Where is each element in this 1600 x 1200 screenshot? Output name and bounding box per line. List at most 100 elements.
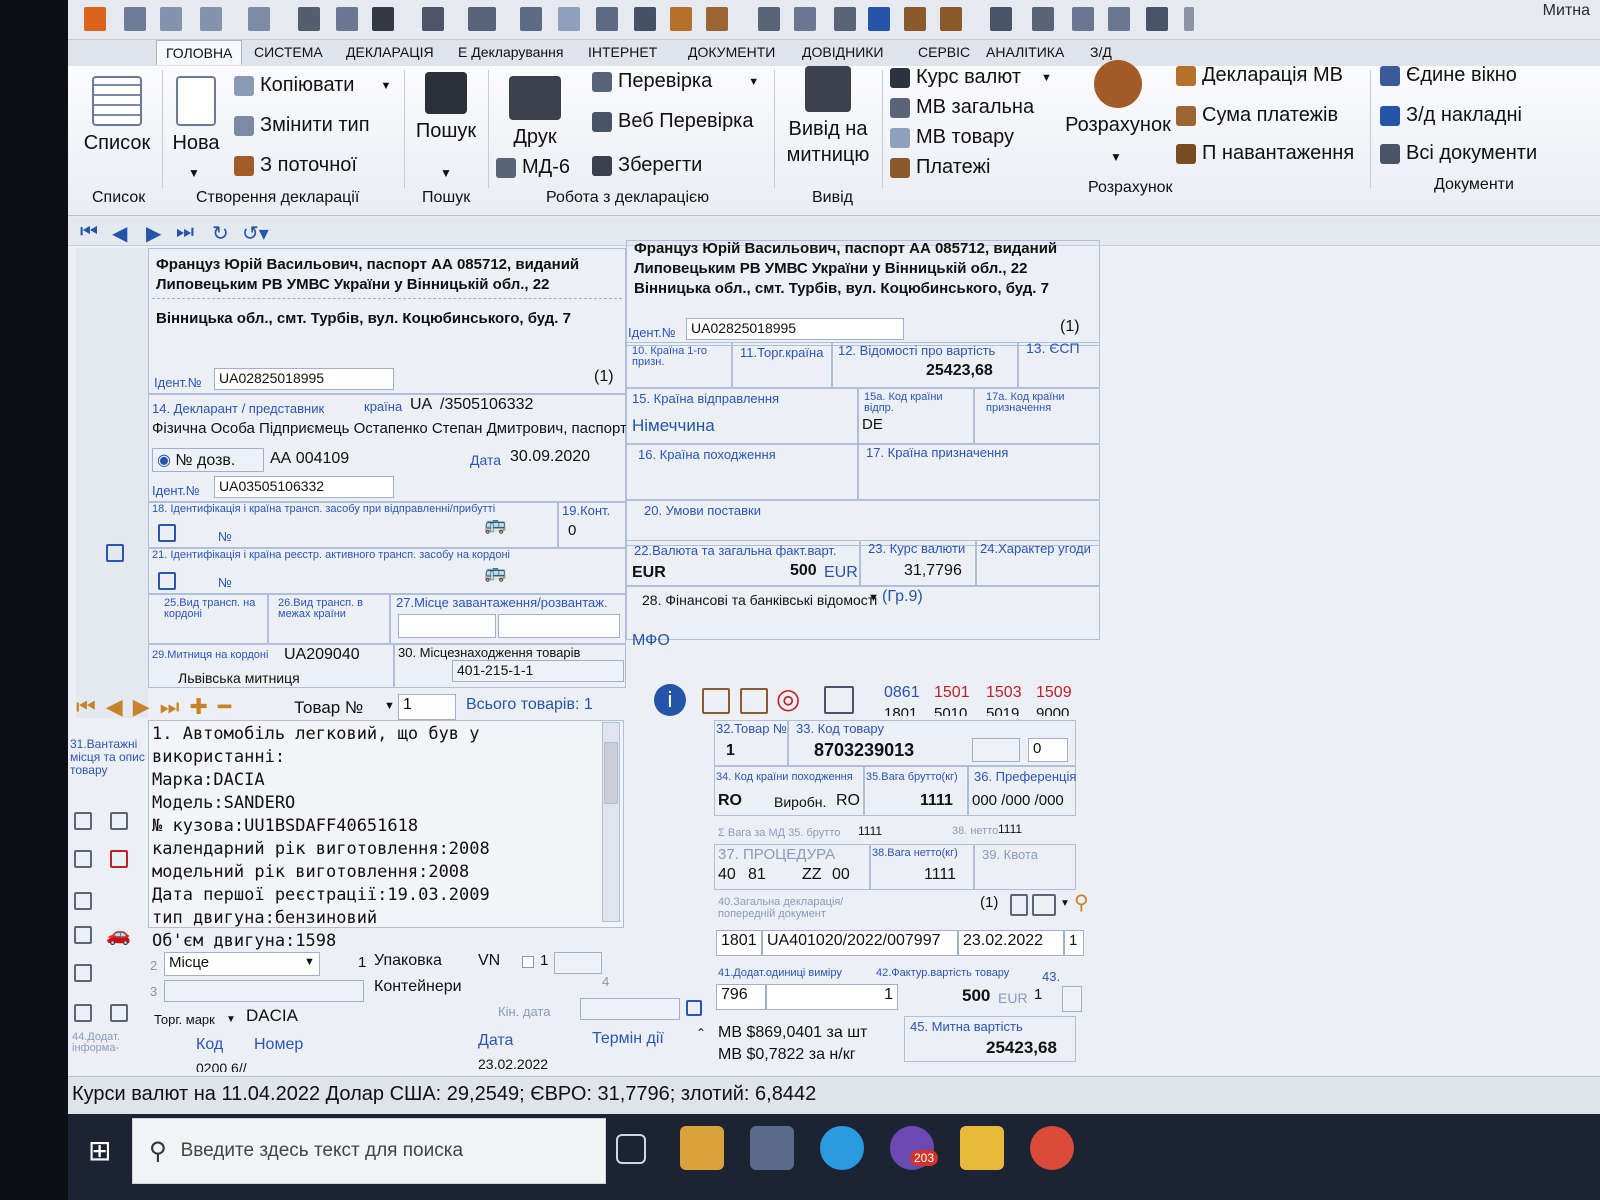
columns-icon[interactable] bbox=[794, 7, 816, 31]
tab-zd[interactable]: З/Д bbox=[1090, 44, 1112, 60]
trade-mark-dropdown-arrow[interactable]: ▼ bbox=[226, 1014, 236, 1025]
refresh-icon[interactable] bbox=[634, 7, 656, 31]
prev-record-icon[interactable]: ◀ bbox=[112, 221, 127, 246]
vehicle-lookup-2-icon[interactable] bbox=[158, 572, 176, 590]
prev-doc-number[interactable]: UA401020/2022/007997 bbox=[762, 930, 958, 956]
car-icon[interactable]: 🚗 bbox=[106, 922, 131, 947]
edit-icon[interactable] bbox=[834, 7, 856, 31]
goods-number-dropdown-arrow[interactable]: ▼ bbox=[384, 700, 395, 712]
list-button[interactable]: Список bbox=[82, 76, 152, 156]
document-list-icon[interactable] bbox=[1032, 894, 1056, 916]
coins-icon[interactable] bbox=[670, 7, 692, 31]
calculator-alt-icon[interactable] bbox=[596, 7, 618, 31]
tab-e-declaration[interactable]: Е Декларування bbox=[458, 44, 563, 60]
goods-nav-arrows[interactable]: ⏮◀▶⏭✚━ bbox=[76, 694, 241, 720]
windows-start-icon[interactable]: ⊞ bbox=[88, 1134, 111, 1167]
file-explorer-icon[interactable] bbox=[960, 1126, 1004, 1170]
paste-doc-icon[interactable] bbox=[74, 850, 92, 868]
tab-main[interactable]: ГОЛОВНА bbox=[156, 40, 243, 65]
field-34-value[interactable]: RO bbox=[718, 792, 742, 810]
pack-code[interactable]: VN bbox=[478, 952, 500, 970]
field-29-code[interactable]: UA209040 bbox=[284, 646, 360, 664]
calculator-stack-icon[interactable] bbox=[824, 686, 854, 714]
form-menu-icon[interactable] bbox=[106, 544, 124, 562]
field-36-value[interactable]: 000 /000 /000 bbox=[972, 792, 1064, 809]
sum-icon[interactable] bbox=[706, 7, 728, 31]
new-dropdown-arrow[interactable]: ▼ bbox=[188, 166, 200, 180]
tab-declaration[interactable]: ДЕКЛАРАЦІЯ bbox=[346, 44, 434, 60]
permit-button[interactable]: ◉ № дозв. bbox=[152, 448, 264, 472]
last-record-icon[interactable]: ⏭ bbox=[176, 221, 194, 244]
check-icon[interactable] bbox=[336, 7, 358, 31]
maker-value[interactable]: RO bbox=[836, 792, 860, 810]
vehicle-lookup-icon[interactable] bbox=[158, 524, 176, 542]
toolbar-more-icon[interactable] bbox=[1184, 7, 1194, 31]
new-document-icon[interactable] bbox=[160, 7, 182, 31]
tab-internet[interactable]: ІНТЕРНЕТ bbox=[588, 44, 657, 60]
code-1501[interactable]: 1501 bbox=[934, 684, 970, 702]
document-dropdown-arrow[interactable]: ▼ bbox=[1060, 898, 1070, 909]
single-window-button[interactable]: Єдине вікно bbox=[1380, 64, 1517, 87]
container-field[interactable] bbox=[164, 980, 364, 1002]
document-stack-icon[interactable] bbox=[1032, 7, 1054, 31]
copy-doc-icon[interactable] bbox=[110, 812, 128, 830]
field-42-value[interactable]: 500 bbox=[962, 986, 990, 1006]
tab-system[interactable]: СИСТЕМА bbox=[254, 44, 323, 60]
next-record-icon[interactable]: ▶ bbox=[146, 221, 161, 246]
declaration-mv-button[interactable]: Декларація МВ bbox=[1176, 64, 1343, 87]
all-documents-button[interactable]: Всі документи bbox=[1380, 142, 1537, 165]
payments-button[interactable]: Платежі bbox=[890, 156, 990, 179]
change-type-icon[interactable] bbox=[248, 7, 270, 31]
md6-button[interactable]: МД-6 bbox=[496, 156, 570, 179]
save-icon[interactable] bbox=[422, 7, 444, 31]
prev-doc-n[interactable]: 1 bbox=[1064, 930, 1084, 956]
save-button[interactable]: Зберегти bbox=[592, 154, 702, 177]
pack-extra-field[interactable] bbox=[554, 952, 602, 974]
calculation-dropdown-arrow[interactable]: ▼ bbox=[1110, 150, 1122, 164]
field-22-currency[interactable]: EUR bbox=[632, 564, 666, 582]
field-12-value[interactable]: 25423,68 bbox=[926, 362, 993, 380]
add-doc-icon[interactable] bbox=[74, 812, 92, 830]
goods-description[interactable]: 1. Автомобіль легковий, що був у викорис… bbox=[152, 724, 592, 954]
clipboard-icon[interactable] bbox=[990, 7, 1012, 31]
code-1509[interactable]: 1509 bbox=[1036, 684, 1072, 702]
field-38-value[interactable]: 1111 bbox=[924, 866, 956, 884]
field-41-code[interactable]: 796 bbox=[716, 984, 766, 1010]
field-27-input-a[interactable] bbox=[398, 614, 496, 638]
place-select[interactable]: Місце bbox=[164, 952, 320, 976]
save-alt-icon[interactable] bbox=[1146, 7, 1168, 31]
field-41-value[interactable]: 1 bbox=[766, 984, 898, 1010]
mv-goods-button[interactable]: МВ товару bbox=[890, 126, 1014, 149]
field-33-extra-a[interactable] bbox=[972, 738, 1020, 762]
field-33-extra-b[interactable]: 0 bbox=[1028, 738, 1068, 762]
field-33-value[interactable]: 8703239013 bbox=[814, 740, 914, 761]
field-14-country[interactable]: UA bbox=[410, 396, 432, 414]
search-button[interactable]: Пошук bbox=[410, 72, 482, 144]
field-14-code[interactable]: /3505106332 bbox=[440, 396, 533, 414]
task-view-icon[interactable] bbox=[616, 1134, 646, 1164]
lifebuoy-icon[interactable]: ◎ bbox=[776, 682, 800, 715]
pack-checkbox[interactable] bbox=[522, 956, 534, 968]
consignee-ident-field[interactable]: UA02825018995 bbox=[686, 318, 904, 340]
search-dropdown-arrow[interactable]: ▼ bbox=[440, 166, 452, 180]
procedure-code-2[interactable]: 81 bbox=[748, 866, 766, 884]
field-28-dropdown-arrow[interactable]: ▼ bbox=[868, 592, 879, 604]
p-load-button[interactable]: П навантаження bbox=[1176, 142, 1354, 165]
field-23-value[interactable]: 31,7796 bbox=[904, 562, 962, 580]
code-1801[interactable]: 1801 bbox=[884, 706, 917, 716]
bus-2-icon[interactable]: 🚌 bbox=[484, 562, 506, 583]
calculator-icon[interactable] bbox=[520, 7, 542, 31]
goods-number-select[interactable]: 1 bbox=[398, 694, 456, 720]
output-to-customs-button[interactable]: Вивід на митницю bbox=[780, 66, 876, 168]
field-35-value[interactable]: 1111 bbox=[920, 792, 953, 810]
edge-browser-icon[interactable] bbox=[820, 1126, 864, 1170]
from-current-button[interactable]: З поточної bbox=[234, 154, 357, 177]
magnifier-icon[interactable]: ⚲ bbox=[1074, 890, 1089, 915]
change-type-button[interactable]: Змінити тип bbox=[234, 114, 370, 137]
place-qty[interactable]: 1 bbox=[358, 954, 366, 971]
procedure-code-3[interactable]: ZZ bbox=[802, 866, 822, 884]
export-icon[interactable] bbox=[758, 7, 780, 31]
description-scrollbar-thumb[interactable] bbox=[604, 742, 618, 804]
binoculars-icon[interactable] bbox=[372, 7, 394, 31]
table-icon[interactable] bbox=[558, 7, 580, 31]
